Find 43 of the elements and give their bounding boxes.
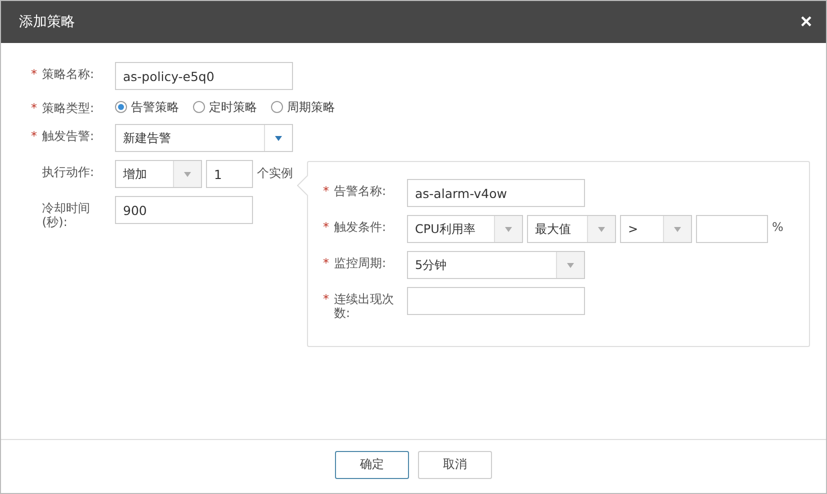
field-label: 触发条件: — [334, 220, 388, 234]
text-field[interactable]: as-policy-e5q0 — [115, 62, 293, 90]
required-icon: * — [323, 220, 329, 234]
required-icon: * — [31, 129, 37, 143]
radio-option[interactable]: 周期策略 — [271, 98, 335, 116]
field-label: 触发告警: — [42, 129, 96, 143]
caret-icon — [275, 136, 282, 140]
condition-select[interactable]: CPU利用率 — [407, 215, 523, 243]
dialog-title: 添加策略 — [19, 13, 75, 31]
radio-option[interactable]: 告警策略 — [115, 98, 179, 116]
field-label: 监控周期: — [334, 256, 388, 270]
caret-icon — [567, 262, 574, 268]
field-label: 策略类型: — [42, 101, 96, 115]
caret-icon — [505, 226, 512, 232]
text-field[interactable] — [407, 287, 585, 315]
radio-option[interactable]: 定时策略 — [193, 98, 257, 116]
action-select[interactable]: 增加 — [115, 160, 202, 188]
field-label: 连续出现次数: — [334, 292, 395, 320]
required-icon: * — [323, 184, 329, 198]
caret-icon — [674, 226, 681, 232]
period-select[interactable]: 5分钟 — [407, 251, 585, 279]
threshold-field[interactable] — [696, 215, 768, 243]
required-icon: * — [323, 292, 329, 306]
text-field[interactable]: as-alarm-v4ow — [407, 179, 585, 207]
required-icon: * — [323, 256, 329, 270]
field-label: 冷却时间(秒): — [42, 201, 91, 229]
condition-select[interactable]: 最大值 — [527, 215, 616, 243]
close-button[interactable]: × — [800, 12, 812, 32]
required-icon: * — [31, 101, 37, 115]
unit-label: % — [772, 219, 784, 234]
required-icon: * — [31, 67, 37, 81]
caret-icon — [184, 172, 191, 176]
field-label: 执行动作: — [42, 165, 96, 179]
alarm-select[interactable]: 新建告警 — [115, 124, 293, 152]
cancel-button[interactable]: 取消 — [418, 450, 492, 478]
confirm-button[interactable]: 确定 — [335, 450, 409, 478]
count-field[interactable]: 1 — [206, 160, 253, 188]
caret-icon — [598, 226, 605, 232]
text-field[interactable]: 900 — [115, 196, 253, 224]
field-label: 告警名称: — [334, 184, 388, 198]
unit-label: 个实例 — [257, 165, 293, 182]
field-label: 策略名称: — [42, 67, 96, 81]
condition-select[interactable]: > — [620, 215, 692, 243]
